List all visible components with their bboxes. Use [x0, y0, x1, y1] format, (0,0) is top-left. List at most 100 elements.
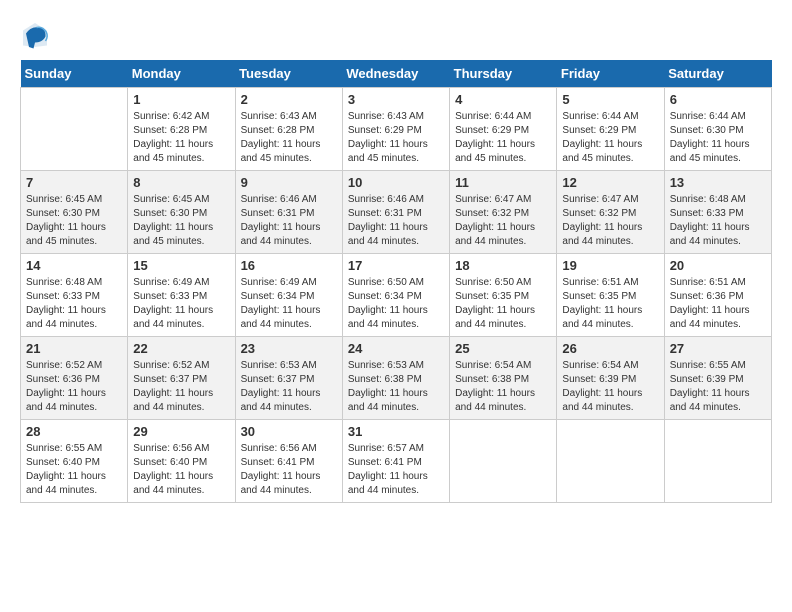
calendar-week-4: 21 Sunrise: 6:52 AM Sunset: 6:36 PM Dayli…	[21, 337, 772, 420]
calendar-table: SundayMondayTuesdayWednesdayThursdayFrid…	[20, 60, 772, 503]
calendar-cell: 15 Sunrise: 6:49 AM Sunset: 6:33 PM Dayli…	[128, 254, 235, 337]
day-number: 14	[26, 258, 122, 273]
calendar-cell: 12 Sunrise: 6:47 AM Sunset: 6:32 PM Dayli…	[557, 171, 664, 254]
day-number: 12	[562, 175, 658, 190]
calendar-cell	[664, 420, 771, 503]
calendar-week-2: 7Sunrise: 6:45 AM Sunset: 6:30 PM Daylig…	[21, 171, 772, 254]
day-info: Sunrise: 6:56 AM Sunset: 6:40 PM Dayligh…	[133, 442, 229, 498]
calendar-cell: 1 Sunrise: 6:42 AM Sunset: 6:28 PM Daylig…	[128, 88, 235, 171]
calendar-cell: 28Sunrise: 6:55 AM Sunset: 6:40 PM Dayli…	[21, 420, 128, 503]
weekday-header-row: SundayMondayTuesdayWednesdayThursdayFrid…	[21, 60, 772, 88]
calendar-cell: 27 Sunrise: 6:55 AM Sunset: 6:39 PM Dayli…	[664, 337, 771, 420]
day-number: 31	[348, 424, 444, 439]
calendar-week-1: 1 Sunrise: 6:42 AM Sunset: 6:28 PM Daylig…	[21, 88, 772, 171]
calendar-cell: 9 Sunrise: 6:46 AM Sunset: 6:31 PM Daylig…	[235, 171, 342, 254]
day-number: 10	[348, 175, 444, 190]
calendar-cell: 29 Sunrise: 6:56 AM Sunset: 6:40 PM Dayli…	[128, 420, 235, 503]
day-number: 26	[562, 341, 658, 356]
day-info: Sunrise: 6:47 AM Sunset: 6:32 PM Dayligh…	[562, 193, 658, 249]
day-info: Sunrise: 6:48 AM Sunset: 6:33 PM Dayligh…	[26, 276, 122, 332]
day-number: 22	[133, 341, 229, 356]
day-info: Sunrise: 6:45 AM Sunset: 6:30 PM Dayligh…	[26, 193, 122, 249]
day-number: 2	[241, 92, 337, 107]
calendar-cell: 5 Sunrise: 6:44 AM Sunset: 6:29 PM Daylig…	[557, 88, 664, 171]
calendar-cell: 11 Sunrise: 6:47 AM Sunset: 6:32 PM Dayli…	[450, 171, 557, 254]
calendar-cell: 22 Sunrise: 6:52 AM Sunset: 6:37 PM Dayli…	[128, 337, 235, 420]
calendar-cell: 18 Sunrise: 6:50 AM Sunset: 6:35 PM Dayli…	[450, 254, 557, 337]
day-number: 16	[241, 258, 337, 273]
day-info: Sunrise: 6:43 AM Sunset: 6:28 PM Dayligh…	[241, 110, 337, 166]
day-info: Sunrise: 6:54 AM Sunset: 6:38 PM Dayligh…	[455, 359, 551, 415]
calendar-cell: 8 Sunrise: 6:45 AM Sunset: 6:30 PM Daylig…	[128, 171, 235, 254]
day-info: Sunrise: 6:55 AM Sunset: 6:40 PM Dayligh…	[26, 442, 122, 498]
day-number: 11	[455, 175, 551, 190]
calendar-cell: 23Sunrise: 6:53 AM Sunset: 6:37 PM Dayli…	[235, 337, 342, 420]
day-number: 6	[670, 92, 766, 107]
day-number: 27	[670, 341, 766, 356]
day-info: Sunrise: 6:52 AM Sunset: 6:36 PM Dayligh…	[26, 359, 122, 415]
day-info: Sunrise: 6:49 AM Sunset: 6:33 PM Dayligh…	[133, 276, 229, 332]
day-info: Sunrise: 6:46 AM Sunset: 6:31 PM Dayligh…	[241, 193, 337, 249]
day-info: Sunrise: 6:44 AM Sunset: 6:29 PM Dayligh…	[562, 110, 658, 166]
day-info: Sunrise: 6:42 AM Sunset: 6:28 PM Dayligh…	[133, 110, 229, 166]
logo-icon	[20, 20, 50, 50]
day-info: Sunrise: 6:51 AM Sunset: 6:35 PM Dayligh…	[562, 276, 658, 332]
day-info: Sunrise: 6:52 AM Sunset: 6:37 PM Dayligh…	[133, 359, 229, 415]
day-info: Sunrise: 6:46 AM Sunset: 6:31 PM Dayligh…	[348, 193, 444, 249]
day-info: Sunrise: 6:53 AM Sunset: 6:37 PM Dayligh…	[241, 359, 337, 415]
day-number: 4	[455, 92, 551, 107]
day-number: 15	[133, 258, 229, 273]
day-info: Sunrise: 6:57 AM Sunset: 6:41 PM Dayligh…	[348, 442, 444, 498]
calendar-cell: 31 Sunrise: 6:57 AM Sunset: 6:41 PM Dayli…	[342, 420, 449, 503]
calendar-cell: 24Sunrise: 6:53 AM Sunset: 6:38 PM Dayli…	[342, 337, 449, 420]
day-info: Sunrise: 6:50 AM Sunset: 6:35 PM Dayligh…	[455, 276, 551, 332]
logo	[20, 20, 54, 50]
calendar-cell: 26 Sunrise: 6:54 AM Sunset: 6:39 PM Dayli…	[557, 337, 664, 420]
calendar-week-5: 28Sunrise: 6:55 AM Sunset: 6:40 PM Dayli…	[21, 420, 772, 503]
day-info: Sunrise: 6:55 AM Sunset: 6:39 PM Dayligh…	[670, 359, 766, 415]
weekday-header-tuesday: Tuesday	[235, 60, 342, 88]
day-number: 21	[26, 341, 122, 356]
calendar-cell: 10 Sunrise: 6:46 AM Sunset: 6:31 PM Dayli…	[342, 171, 449, 254]
day-info: Sunrise: 6:49 AM Sunset: 6:34 PM Dayligh…	[241, 276, 337, 332]
calendar-cell: 13Sunrise: 6:48 AM Sunset: 6:33 PM Dayli…	[664, 171, 771, 254]
calendar-cell: 20 Sunrise: 6:51 AM Sunset: 6:36 PM Dayli…	[664, 254, 771, 337]
weekday-header-sunday: Sunday	[21, 60, 128, 88]
calendar-cell	[450, 420, 557, 503]
calendar-cell: 7Sunrise: 6:45 AM Sunset: 6:30 PM Daylig…	[21, 171, 128, 254]
calendar-cell	[557, 420, 664, 503]
day-info: Sunrise: 6:47 AM Sunset: 6:32 PM Dayligh…	[455, 193, 551, 249]
day-info: Sunrise: 6:54 AM Sunset: 6:39 PM Dayligh…	[562, 359, 658, 415]
calendar-cell: 4Sunrise: 6:44 AM Sunset: 6:29 PM Daylig…	[450, 88, 557, 171]
day-info: Sunrise: 6:43 AM Sunset: 6:29 PM Dayligh…	[348, 110, 444, 166]
day-number: 29	[133, 424, 229, 439]
calendar-cell: 17Sunrise: 6:50 AM Sunset: 6:34 PM Dayli…	[342, 254, 449, 337]
weekday-header-friday: Friday	[557, 60, 664, 88]
day-number: 9	[241, 175, 337, 190]
day-number: 18	[455, 258, 551, 273]
day-info: Sunrise: 6:53 AM Sunset: 6:38 PM Dayligh…	[348, 359, 444, 415]
weekday-header-wednesday: Wednesday	[342, 60, 449, 88]
weekday-header-monday: Monday	[128, 60, 235, 88]
day-info: Sunrise: 6:44 AM Sunset: 6:30 PM Dayligh…	[670, 110, 766, 166]
day-info: Sunrise: 6:45 AM Sunset: 6:30 PM Dayligh…	[133, 193, 229, 249]
page-header	[20, 20, 772, 50]
day-number: 3	[348, 92, 444, 107]
calendar-week-3: 14 Sunrise: 6:48 AM Sunset: 6:33 PM Dayli…	[21, 254, 772, 337]
day-number: 19	[562, 258, 658, 273]
day-number: 1	[133, 92, 229, 107]
calendar-cell: 6 Sunrise: 6:44 AM Sunset: 6:30 PM Daylig…	[664, 88, 771, 171]
day-info: Sunrise: 6:51 AM Sunset: 6:36 PM Dayligh…	[670, 276, 766, 332]
day-number: 5	[562, 92, 658, 107]
day-number: 20	[670, 258, 766, 273]
day-info: Sunrise: 6:56 AM Sunset: 6:41 PM Dayligh…	[241, 442, 337, 498]
day-info: Sunrise: 6:48 AM Sunset: 6:33 PM Dayligh…	[670, 193, 766, 249]
calendar-cell: 30 Sunrise: 6:56 AM Sunset: 6:41 PM Dayli…	[235, 420, 342, 503]
calendar-cell: 21 Sunrise: 6:52 AM Sunset: 6:36 PM Dayli…	[21, 337, 128, 420]
calendar-cell: 19 Sunrise: 6:51 AM Sunset: 6:35 PM Dayli…	[557, 254, 664, 337]
day-info: Sunrise: 6:50 AM Sunset: 6:34 PM Dayligh…	[348, 276, 444, 332]
calendar-cell: 16 Sunrise: 6:49 AM Sunset: 6:34 PM Dayli…	[235, 254, 342, 337]
day-number: 30	[241, 424, 337, 439]
calendar-cell: 2 Sunrise: 6:43 AM Sunset: 6:28 PM Daylig…	[235, 88, 342, 171]
day-number: 8	[133, 175, 229, 190]
